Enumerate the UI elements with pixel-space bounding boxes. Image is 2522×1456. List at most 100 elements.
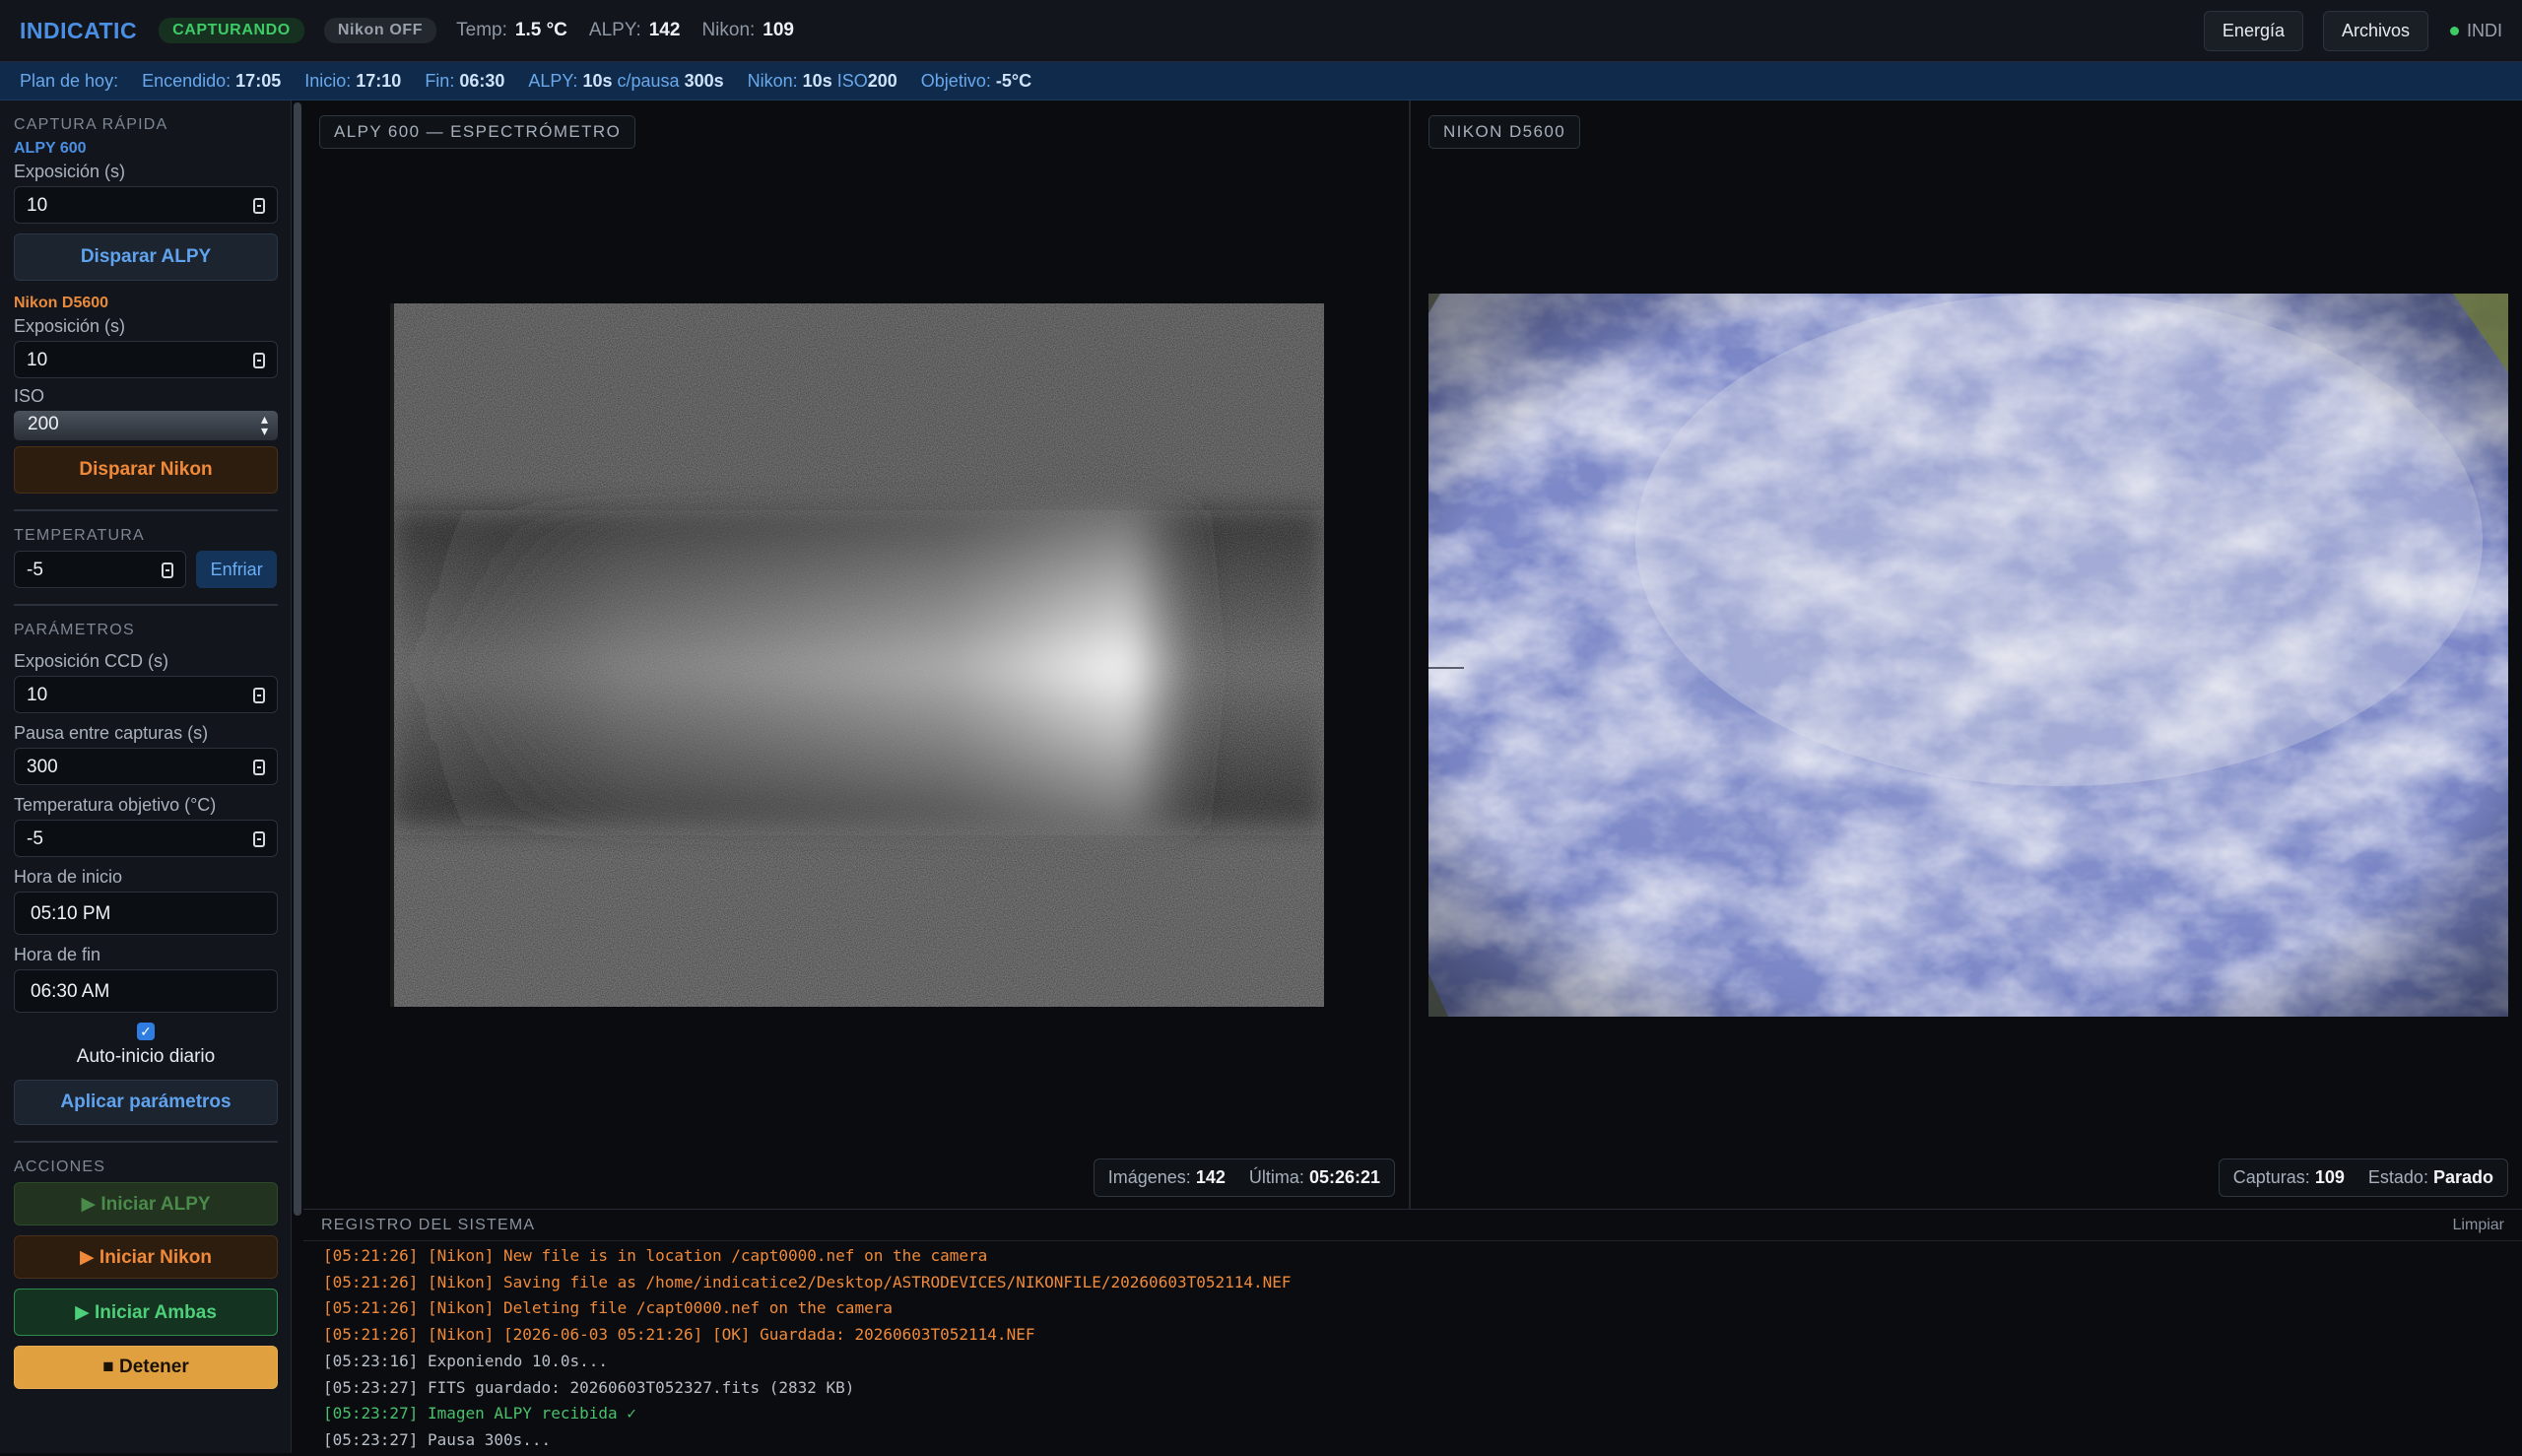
- alpy-spectrum-image: [390, 303, 1324, 1007]
- nikon-captures-label: Capturas:: [2232, 1167, 2310, 1187]
- iso-select-value: 200: [28, 414, 59, 434]
- pause-input[interactable]: 300: [14, 748, 278, 785]
- iso-select[interactable]: 200 ▴ ▾: [14, 411, 278, 440]
- alpy-panel-label: ALPY 600 — ESPECTRÓMETRO: [319, 115, 636, 149]
- nikon-panel-label: NIKON D5600: [1428, 115, 1581, 149]
- plan-alpy: ALPY: 10s c/pausa 300s: [528, 71, 723, 92]
- alpy-panel: ALPY 600 — ESPECTRÓMETRO Imágenes: 142 Ú…: [303, 100, 1411, 1209]
- plan-nikon: Nikon: 10s ISO200: [748, 71, 897, 92]
- alpy-images-label: Imágenes:: [1107, 1167, 1191, 1187]
- nikon-count-stat: Nikon: 109: [701, 20, 794, 41]
- alpy-last-value: 05:26:21: [1308, 1167, 1380, 1187]
- log-line: [05:23:27] Pausa 300s...: [323, 1429, 552, 1449]
- stepper-icon[interactable]: [253, 760, 265, 775]
- divider: [14, 1141, 278, 1143]
- stepper-icon[interactable]: [253, 198, 265, 214]
- nikon-exposure-label: Exposición (s): [14, 316, 126, 336]
- top-bar: INDICATIC CAPTURANDO Nikon OFF Temp: 1.5 …: [0, 0, 2522, 62]
- actions-title: ACCIONES: [14, 1158, 106, 1175]
- stepper-icon[interactable]: [253, 831, 265, 847]
- end-time-input[interactable]: 06:30 AM: [14, 969, 278, 1013]
- ccd-exposure-label: Exposición CCD (s): [14, 651, 169, 671]
- clear-log-button[interactable]: Limpiar: [2453, 1217, 2504, 1234]
- temperature-value: -5: [27, 560, 43, 580]
- start-nikon-button[interactable]: ▶ Iniciar Nikon: [14, 1235, 278, 1279]
- pause-value: 300: [27, 757, 58, 777]
- log-line: [05:21:26] [Nikon] New file is in locati…: [323, 1246, 988, 1265]
- plan-nikon-exp: 10s: [802, 70, 832, 91]
- log-line: [05:21:26] [Nikon] Deleting file /capt00…: [323, 1298, 893, 1318]
- start-time-label: Hora de inicio: [14, 867, 123, 887]
- target-temp-label: Temperatura objetivo (°C): [14, 795, 217, 815]
- divider: [14, 604, 278, 606]
- indi-status: INDI: [2450, 21, 2502, 41]
- cool-button[interactable]: Enfriar: [196, 551, 277, 588]
- temp-stat-value: 1.5 °C: [514, 20, 567, 40]
- nikon-state-label: Estado:: [2367, 1167, 2428, 1187]
- indi-status-dot-icon: [2450, 26, 2459, 35]
- plan-end: Fin: 06:30: [425, 71, 504, 92]
- plan-start-value: 17:10: [356, 70, 402, 91]
- log-line: [05:21:26] [Nikon] [2026-06-03 05:21:26]…: [323, 1325, 1035, 1345]
- auto-start-group: ✓ Auto-inicio diario: [14, 1023, 278, 1068]
- nikon-count-label: Nikon:: [701, 20, 756, 40]
- stepper-icon[interactable]: [162, 563, 174, 578]
- log-title: REGISTRO DEL SISTEMA: [321, 1216, 536, 1233]
- plan-bar: Plan de hoy: Encendido: 17:05 Inicio: 17…: [0, 62, 2522, 100]
- log-line: [05:23:16] Exponiendo 10.0s...: [323, 1351, 608, 1370]
- alpy-exposure-label: Exposición (s): [14, 162, 126, 181]
- auto-start-label: Auto-inicio diario: [76, 1046, 216, 1067]
- alpy-count-label: ALPY:: [588, 20, 641, 40]
- plan-nikon-iso: 200: [867, 70, 897, 91]
- alpy-count-stat: ALPY: 142: [589, 20, 681, 41]
- nikon-exposure-input[interactable]: 10: [14, 341, 278, 378]
- nikon-stats: Capturas: 109 Estado: Parado: [2218, 1158, 2508, 1197]
- temp-stat: Temp: 1.5 °C: [456, 20, 567, 41]
- stepper-icon[interactable]: [253, 688, 265, 703]
- plan-alpy-pause: 300s: [684, 70, 724, 91]
- ccd-exposure-value: 10: [27, 685, 48, 705]
- sidebar-scrollbar[interactable]: [294, 102, 301, 1216]
- temperature-input[interactable]: -5: [14, 551, 187, 588]
- start-alpy-button[interactable]: ▶ Iniciar ALPY: [14, 1182, 278, 1225]
- fire-nikon-button[interactable]: Disparar Nikon: [14, 446, 278, 494]
- target-temp-input[interactable]: -5: [14, 820, 278, 857]
- alpy-exposure-input[interactable]: 10: [14, 186, 278, 224]
- log-lines: [05:21:26] [Nikon] New file is in locati…: [303, 1241, 2522, 1456]
- start-time-input[interactable]: 05:10 PM: [14, 892, 278, 935]
- log-line: [05:23:27] Imagen ALPY recibida ✓: [323, 1404, 636, 1423]
- fire-alpy-button[interactable]: Disparar ALPY: [14, 233, 278, 281]
- energy-button[interactable]: Energía: [2203, 10, 2303, 51]
- plan-target: Objetivo: -5°C: [921, 71, 1031, 92]
- parameters-title: PARÁMETROS: [14, 622, 135, 638]
- auto-start-checkbox[interactable]: ✓: [137, 1023, 155, 1040]
- plan-end-value: 06:30: [459, 70, 505, 91]
- alpy-images-value: 142: [1195, 1167, 1226, 1187]
- select-arrows-icon: ▴ ▾: [260, 411, 268, 438]
- plan-title: Plan de hoy:: [20, 70, 119, 91]
- start-both-button[interactable]: ▶ Iniciar Ambas: [14, 1289, 278, 1336]
- nikon-sky-image: [1428, 294, 2508, 1017]
- capture-status-badge: CAPTURANDO: [159, 18, 304, 43]
- plan-target-label: Objetivo:: [920, 70, 991, 91]
- stepper-icon[interactable]: [253, 353, 265, 368]
- plan-alpy-mid: c/pausa: [617, 70, 680, 91]
- sidebar: CAPTURA RÁPIDA ALPY 600 Exposición (s) 1…: [0, 100, 292, 1453]
- ccd-exposure-input[interactable]: 10: [14, 676, 278, 713]
- plan-start-label: Inicio:: [304, 70, 352, 91]
- nikon-captures-value: 109: [2314, 1167, 2345, 1187]
- system-log: REGISTRO DEL SISTEMA Limpiar [05:21:26] …: [303, 1209, 2522, 1453]
- temp-stat-label: Temp:: [456, 20, 507, 40]
- log-line: [05:21:26] [Nikon] Saving file as /home/…: [323, 1272, 1292, 1291]
- apply-parameters-button[interactable]: Aplicar parámetros: [14, 1080, 278, 1125]
- alpy-last-label: Última:: [1248, 1167, 1304, 1187]
- nikon-count-value: 109: [763, 20, 794, 40]
- plan-power-on: Encendido: 17:05: [142, 71, 281, 92]
- stop-button[interactable]: ■ Detener: [14, 1346, 278, 1389]
- iso-label: ISO: [14, 386, 45, 406]
- plan-nikon-label: Nikon:: [747, 70, 798, 91]
- nikon-panel: NIKON D5600 Capturas: 109 Estado: Parado: [1413, 100, 2522, 1209]
- files-button[interactable]: Archivos: [2322, 10, 2428, 51]
- indi-label: INDI: [2467, 20, 2502, 40]
- alpy-exposure-value: 10: [27, 195, 48, 216]
